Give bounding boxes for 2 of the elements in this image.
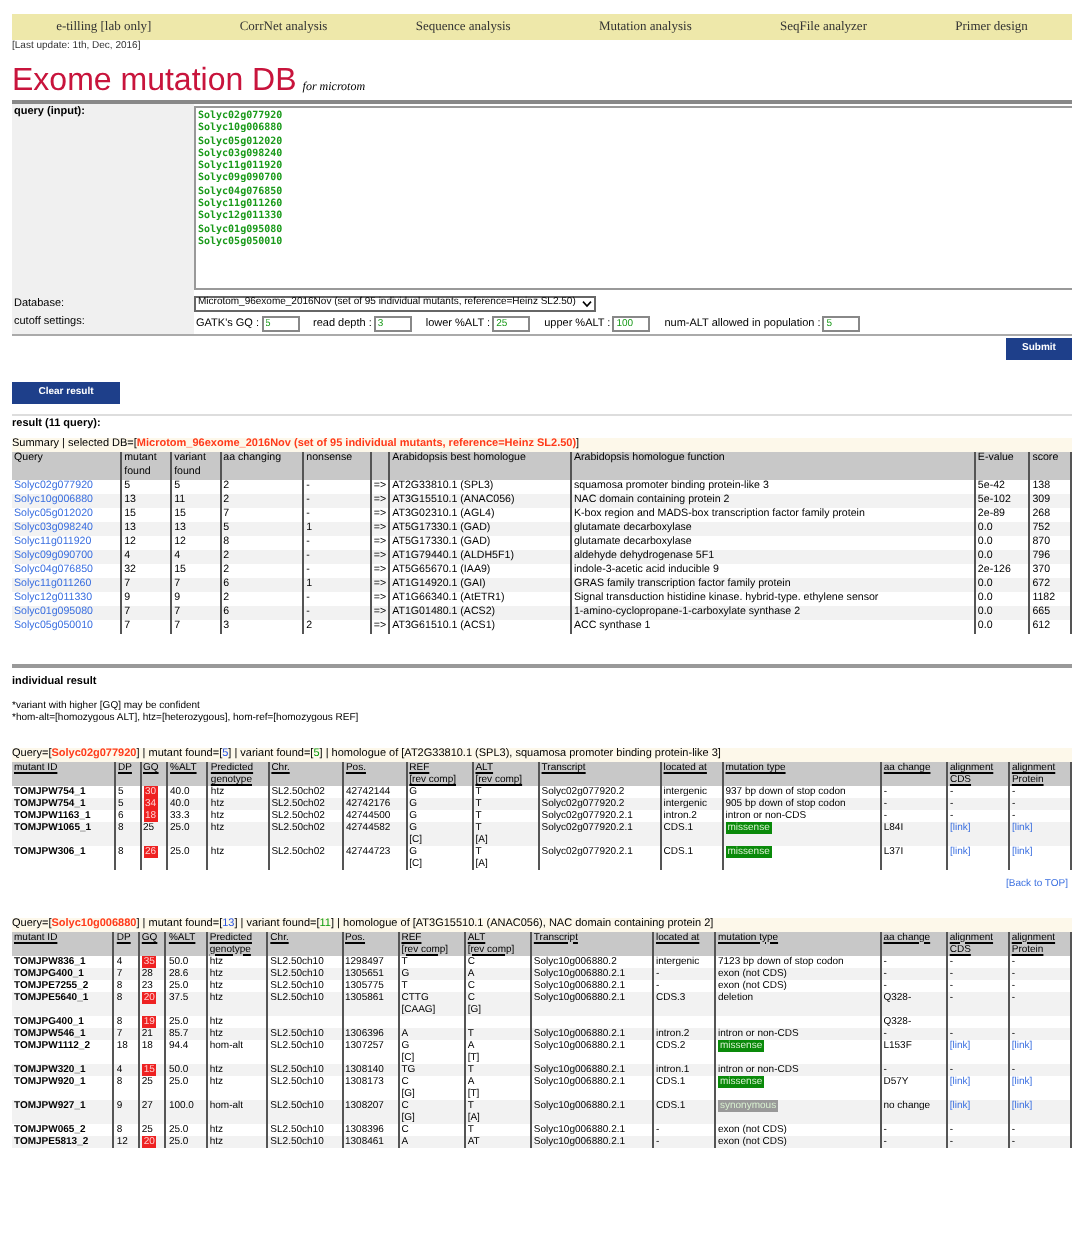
caret-icon [581,299,592,308]
page-title: Exome mutation DB [12,66,297,98]
